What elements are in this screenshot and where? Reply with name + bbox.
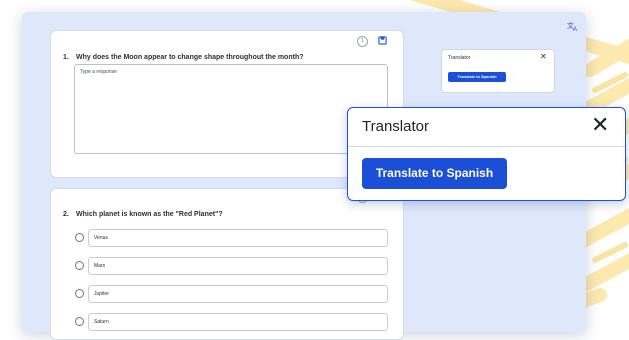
- response-textarea[interactable]: Type a response: [74, 64, 388, 154]
- option-radio-jupiter[interactable]: [75, 289, 84, 298]
- response-placeholder: Type a response: [80, 69, 117, 75]
- question-text: Which planet is known as the "Red Planet…: [76, 211, 223, 218]
- question-number: 1.: [63, 54, 69, 61]
- option-radio-mars[interactable]: [75, 261, 84, 270]
- save-icon[interactable]: [378, 36, 387, 45]
- translator-title: Translator: [362, 118, 429, 135]
- question-number: 2.: [63, 211, 69, 218]
- translator-popup-large: Translator ✕ Translate to Spanish: [347, 107, 626, 201]
- option-mars[interactable]: Mars: [88, 257, 388, 275]
- translator-header: Translator ✕: [348, 108, 625, 147]
- question-card-2: 2. Which planet is known as the "Red Pla…: [50, 188, 404, 340]
- option-label: Mars: [94, 263, 106, 269]
- option-label: Jupiter: [94, 291, 110, 297]
- close-icon[interactable]: ✕: [591, 113, 609, 137]
- option-label: Venus: [94, 235, 108, 241]
- option-radio-saturn[interactable]: [75, 317, 84, 326]
- option-venus[interactable]: Venus: [88, 229, 388, 247]
- translate-button[interactable]: Translate to Spanish: [448, 72, 506, 82]
- svg-text:A: A: [573, 27, 577, 32]
- translator-title: Translator: [448, 55, 471, 61]
- option-radio-venus[interactable]: [75, 233, 84, 242]
- close-icon[interactable]: ✕: [540, 53, 547, 61]
- points-badge: 1: [357, 36, 368, 47]
- translate-icon[interactable]: 文 A: [567, 20, 579, 32]
- translator-popup-small: Translator ✕ Translate to Spanish: [441, 49, 555, 93]
- translate-to-spanish-button[interactable]: Translate to Spanish: [362, 158, 507, 189]
- option-saturn[interactable]: Saturn: [88, 313, 388, 331]
- question-text: Why does the Moon appear to change shape…: [76, 54, 304, 61]
- option-label: Saturn: [94, 319, 109, 325]
- option-jupiter[interactable]: Jupiter: [88, 285, 388, 303]
